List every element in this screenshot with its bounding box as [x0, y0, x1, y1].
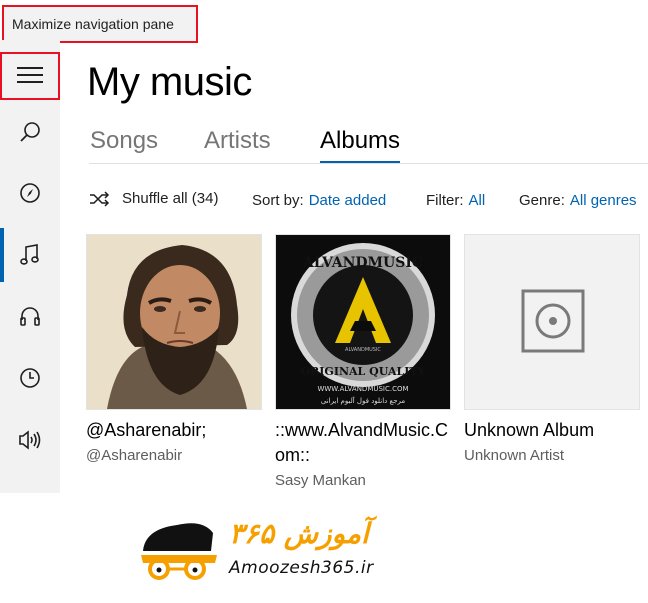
explore-button[interactable] [0, 170, 60, 216]
sort-dropdown[interactable]: Date added [309, 192, 387, 209]
search-button[interactable] [0, 109, 60, 155]
history-button[interactable] [0, 355, 60, 401]
watermark-persian-text: آموزش ۳۶۵ [229, 517, 369, 550]
genre-label: Genre: [519, 192, 565, 209]
tab-albums[interactable]: Albums [320, 127, 401, 163]
compass-icon [20, 183, 40, 203]
album-artist: @Asharenabir [86, 447, 183, 464]
speaker-placeholder-icon [521, 289, 585, 353]
navigation-pane [0, 40, 60, 493]
portrait-image [87, 235, 261, 409]
logo-persian-text: مرجع دانلود فول آلبوم ایرانی [321, 396, 406, 405]
page-title: My music [87, 60, 252, 104]
album-title: @Asharenabir; [86, 420, 207, 440]
hamburger-icon [17, 67, 43, 83]
album-title: ::www.AlvandMusic.Com:: [275, 420, 449, 465]
filter-dropdown[interactable]: All [469, 192, 486, 209]
now-playing-button[interactable] [0, 417, 60, 463]
album-art-alvandmusic: ALVANDMUSIC ORIGINAL QUALITY ALVANDMUSIC… [275, 234, 451, 410]
tab-divider [89, 163, 648, 164]
sort-control: Sort by: Date added [252, 192, 386, 209]
album-art-portrait [86, 234, 262, 410]
clock-icon [20, 368, 40, 388]
album-tile[interactable]: ALVANDMUSIC ORIGINAL QUALITY ALVANDMUSIC… [275, 234, 451, 492]
logo-bottom-text: ORIGINAL QUALITY [301, 365, 426, 378]
my-music-button[interactable] [0, 228, 60, 282]
album-art-placeholder [464, 234, 640, 410]
logo-url-text: WWW.ALVANDMUSIC.COM [317, 385, 408, 393]
alvandmusic-logo: ALVANDMUSIC ORIGINAL QUALITY ALVANDMUSIC… [276, 235, 450, 409]
sort-label: Sort by: [252, 192, 304, 209]
hamburger-button[interactable] [0, 52, 60, 98]
logo-top-text: ALVANDMUSIC [302, 255, 423, 271]
filter-label: Filter: [426, 192, 464, 209]
filter-control: Filter: All [426, 192, 485, 209]
tab-songs[interactable]: Songs [90, 127, 158, 155]
watermark-latin-text: Amoozesh365.ir [229, 558, 374, 578]
album-tile[interactable]: @Asharenabir; @Asharenabir [86, 234, 262, 467]
album-artist: Unknown Artist [464, 447, 565, 464]
logo-brand-text: ALVANDMUSIC [345, 347, 381, 353]
album-tile[interactable]: Unknown Album Unknown Artist [464, 234, 640, 467]
shuffle-all-label: Shuffle all (34) [122, 190, 219, 207]
genre-dropdown[interactable]: All genres [570, 192, 637, 209]
shuffle-all-button[interactable]: Shuffle all (34) [89, 190, 218, 207]
maximize-navigation-tooltip: Maximize navigation pane [2, 5, 198, 43]
speaker-icon [19, 430, 41, 450]
genre-control: Genre: All genres [519, 192, 637, 209]
recent-plays-button[interactable] [0, 293, 60, 339]
tab-artists[interactable]: Artists [204, 127, 271, 155]
album-title: Unknown Album [464, 420, 595, 440]
shuffle-icon [90, 190, 110, 207]
tooltip-text: Maximize navigation pane [12, 16, 174, 32]
album-artist: Sasy Mankan [275, 472, 366, 489]
headphones-icon [20, 307, 40, 326]
search-icon [20, 122, 40, 142]
music-note-icon [20, 244, 39, 265]
